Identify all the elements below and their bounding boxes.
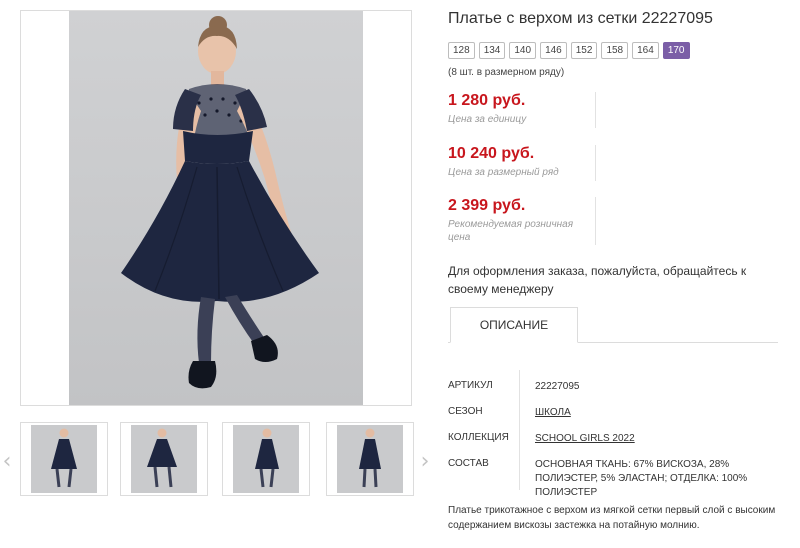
- thumbnail-photo: [31, 425, 97, 493]
- specs-divider: [519, 370, 520, 490]
- season-link[interactable]: ШКОЛА: [535, 406, 775, 420]
- size-option[interactable]: 146: [540, 42, 567, 59]
- chevron-left-icon[interactable]: ‹: [0, 451, 14, 473]
- tab-description[interactable]: ОПИСАНИЕ: [450, 307, 578, 343]
- product-photo: [69, 11, 363, 405]
- thumbnail-2[interactable]: [120, 422, 208, 496]
- retail-price-block: 2 399 руб. Рекомендуемая розничная цена: [448, 197, 596, 245]
- chevron-right-icon[interactable]: ›: [418, 451, 432, 473]
- spec-key: СОСТАВ: [448, 458, 489, 469]
- size-range-price-label: Цена за размерный ряд: [448, 167, 559, 178]
- unit-price-label: Цена за единицу: [448, 114, 527, 125]
- thumbnail-3[interactable]: [222, 422, 310, 496]
- size-option-selected[interactable]: 170: [662, 42, 690, 59]
- thumbnail-photo: [337, 425, 403, 493]
- size-option[interactable]: 158: [601, 42, 629, 59]
- retail-price: 2 399 руб.: [448, 197, 526, 214]
- size-option[interactable]: 134: [478, 42, 506, 59]
- retail-price-label: Рекомендуемая розничная цена: [448, 219, 574, 243]
- size-count-note: (8 шт. в размерном ряду): [448, 67, 565, 78]
- size-option[interactable]: 164: [632, 42, 659, 59]
- unit-price: 1 280 руб.: [448, 92, 526, 109]
- girl-in-dress-illustration: [121, 16, 319, 389]
- size-range-price: 10 240 руб.: [448, 145, 535, 162]
- spec-key: АРТИКУЛ: [448, 380, 493, 391]
- size-range-price-block: 10 240 руб. Цена за размерный ряд: [448, 145, 596, 181]
- spec-key: СЕЗОН: [448, 406, 483, 417]
- main-product-image[interactable]: [20, 10, 412, 406]
- size-option[interactable]: 152: [570, 42, 598, 59]
- thumbnail-photo: [131, 425, 197, 493]
- size-option[interactable]: 140: [509, 42, 537, 59]
- product-description: Платье трикотажное с верхом из мягкой се…: [448, 505, 776, 531]
- size-selector: 128 134 140 146 152 158 164 170: [448, 42, 690, 60]
- spec-value: ОСНОВНАЯ ТКАНЬ: 67% ВИСКОЗА, 28% ПОЛИЭСТ…: [535, 459, 748, 498]
- spec-value: 22227095: [535, 381, 580, 392]
- spec-key: КОЛЛЕКЦИЯ: [448, 432, 509, 443]
- thumbnail-photo: [233, 425, 299, 493]
- thumbnail-1[interactable]: [20, 422, 108, 496]
- order-notice: Для оформления заказа, пожалуйста, обращ…: [448, 264, 747, 296]
- thumbnail-strip: ‹ ›: [0, 422, 440, 496]
- collection-link[interactable]: SCHOOL GIRLS 2022: [535, 432, 775, 446]
- thumbnail-4[interactable]: [326, 422, 414, 496]
- size-option[interactable]: 128: [448, 42, 475, 59]
- tab-bar: ОПИСАНИЕ: [448, 307, 778, 343]
- product-title: Платье с верхом из сетки 22227095: [448, 10, 713, 27]
- unit-price-block: 1 280 руб. Цена за единицу: [448, 92, 596, 128]
